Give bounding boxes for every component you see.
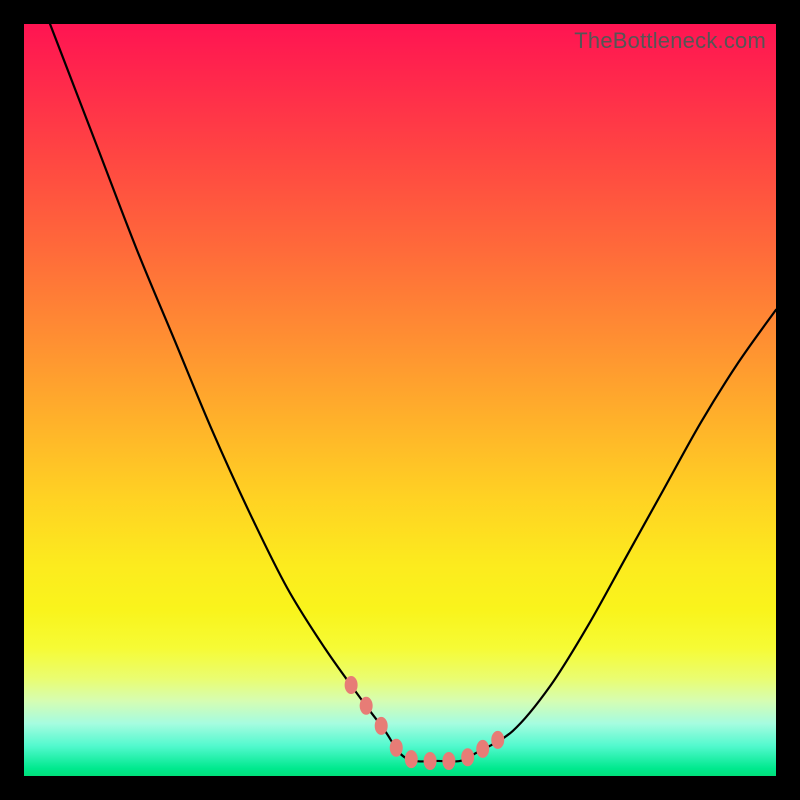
curve-marker xyxy=(375,717,388,735)
curve-marker xyxy=(405,750,418,768)
curve-marker xyxy=(424,752,437,770)
curve-marker xyxy=(491,731,504,749)
curve-marker xyxy=(461,748,474,766)
curve-markers xyxy=(345,676,505,770)
curve-marker xyxy=(345,676,358,694)
curve-marker xyxy=(442,752,455,770)
curve-marker xyxy=(390,739,403,757)
curve-marker xyxy=(360,697,373,715)
curve-marker xyxy=(476,740,489,758)
plot-area: TheBottleneck.com xyxy=(24,24,776,776)
chart-frame: TheBottleneck.com xyxy=(0,0,800,800)
bottleneck-curve xyxy=(24,0,776,762)
chart-svg xyxy=(24,24,776,776)
